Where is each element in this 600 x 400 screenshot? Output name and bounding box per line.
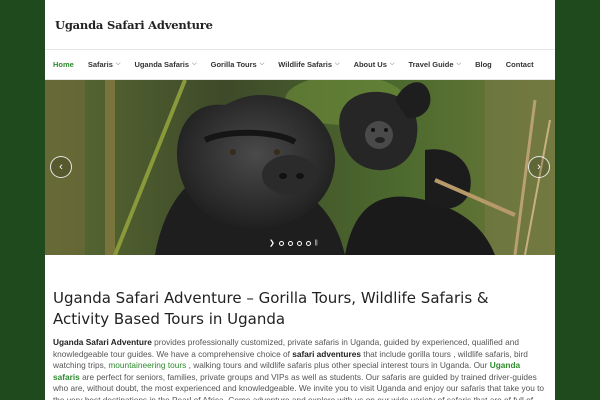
slider-dot[interactable] bbox=[296, 241, 302, 246]
slider-dot[interactable] bbox=[287, 241, 293, 246]
chevron-down-icon: ⌵ bbox=[389, 61, 395, 67]
nav-item-travel-guide[interactable]: Travel Guide ⌵ bbox=[408, 60, 461, 69]
nav-item-home[interactable]: Home bbox=[53, 60, 74, 69]
nav-label: Blog bbox=[475, 60, 492, 69]
nav-item-safaris[interactable]: Safaris ⌵ bbox=[88, 60, 121, 69]
nav-item-contact[interactable]: Contact bbox=[506, 60, 534, 69]
slider-dot[interactable] bbox=[305, 241, 311, 246]
site-header: Uganda Safari Adventure bbox=[45, 0, 555, 50]
nav-label: Contact bbox=[505, 60, 534, 69]
intro-strong: Uganda Safari Adventure bbox=[53, 337, 152, 347]
nav-label: Wildlife Safaris bbox=[278, 60, 332, 69]
nav-item-blog[interactable]: Blog bbox=[475, 60, 492, 69]
slider-next-button[interactable]: › bbox=[528, 156, 550, 178]
nav-item-gorilla-tours[interactable]: Gorilla Tours ⌵ bbox=[211, 60, 265, 69]
chevron-down-icon: ⌵ bbox=[456, 61, 462, 67]
gorilla-photo bbox=[45, 80, 555, 255]
chevron-down-icon: ⌵ bbox=[259, 61, 265, 67]
main-nav: Home Safaris ⌵ Uganda Safaris ⌵ Gorilla To… bbox=[45, 50, 555, 80]
main-content: Uganda Safari Adventure – Gorilla Tours,… bbox=[53, 288, 549, 400]
slider-pagination: ❯ | | bbox=[269, 240, 318, 247]
intro-text: are perfect for seniors, families, priva… bbox=[53, 371, 545, 400]
slider-prev-button[interactable]: ‹ bbox=[50, 156, 72, 178]
nav-label: Safaris bbox=[87, 60, 113, 69]
site-logo[interactable]: Uganda Safari Adventure bbox=[55, 18, 213, 32]
nav-label: Home bbox=[53, 60, 74, 69]
nav-label: Uganda Safaris bbox=[134, 60, 190, 69]
chevron-down-icon: ⌵ bbox=[335, 61, 340, 67]
play-icon[interactable]: ❯ bbox=[269, 240, 275, 247]
nav-label: Travel Guide bbox=[408, 60, 454, 69]
chevron-down-icon: ⌵ bbox=[115, 61, 121, 67]
page-title: Uganda Safari Adventure – Gorilla Tours,… bbox=[53, 289, 489, 328]
intro-paragraph: Uganda Safari Adventure provides profess… bbox=[53, 337, 549, 400]
nav-item-uganda-safaris[interactable]: Uganda Safaris ⌵ bbox=[134, 60, 196, 69]
intro-strong: safari adventures bbox=[292, 348, 361, 359]
nav-item-about-us[interactable]: About Us ⌵ bbox=[354, 60, 395, 69]
nav-label: About Us bbox=[353, 60, 387, 69]
pause-icon[interactable]: | | bbox=[315, 240, 318, 247]
chevron-right-icon: › bbox=[537, 161, 541, 173]
slider-dot[interactable] bbox=[278, 241, 284, 246]
nav-label: Gorilla Tours bbox=[210, 60, 257, 69]
mountaineering-tours-link[interactable]: mountaineering tours bbox=[108, 360, 186, 370]
intro-text: , walking tours and wildlife safaris plu… bbox=[186, 360, 490, 370]
page: Uganda Safari Adventure Home Safaris ⌵ Ug… bbox=[45, 0, 555, 400]
hero-slider[interactable]: ‹ › ❯ | | bbox=[45, 80, 555, 255]
chevron-down-icon: ⌵ bbox=[192, 61, 197, 67]
nav-item-wildlife-safaris[interactable]: Wildlife Safaris ⌵ bbox=[278, 60, 339, 69]
chevron-left-icon: ‹ bbox=[59, 161, 63, 173]
